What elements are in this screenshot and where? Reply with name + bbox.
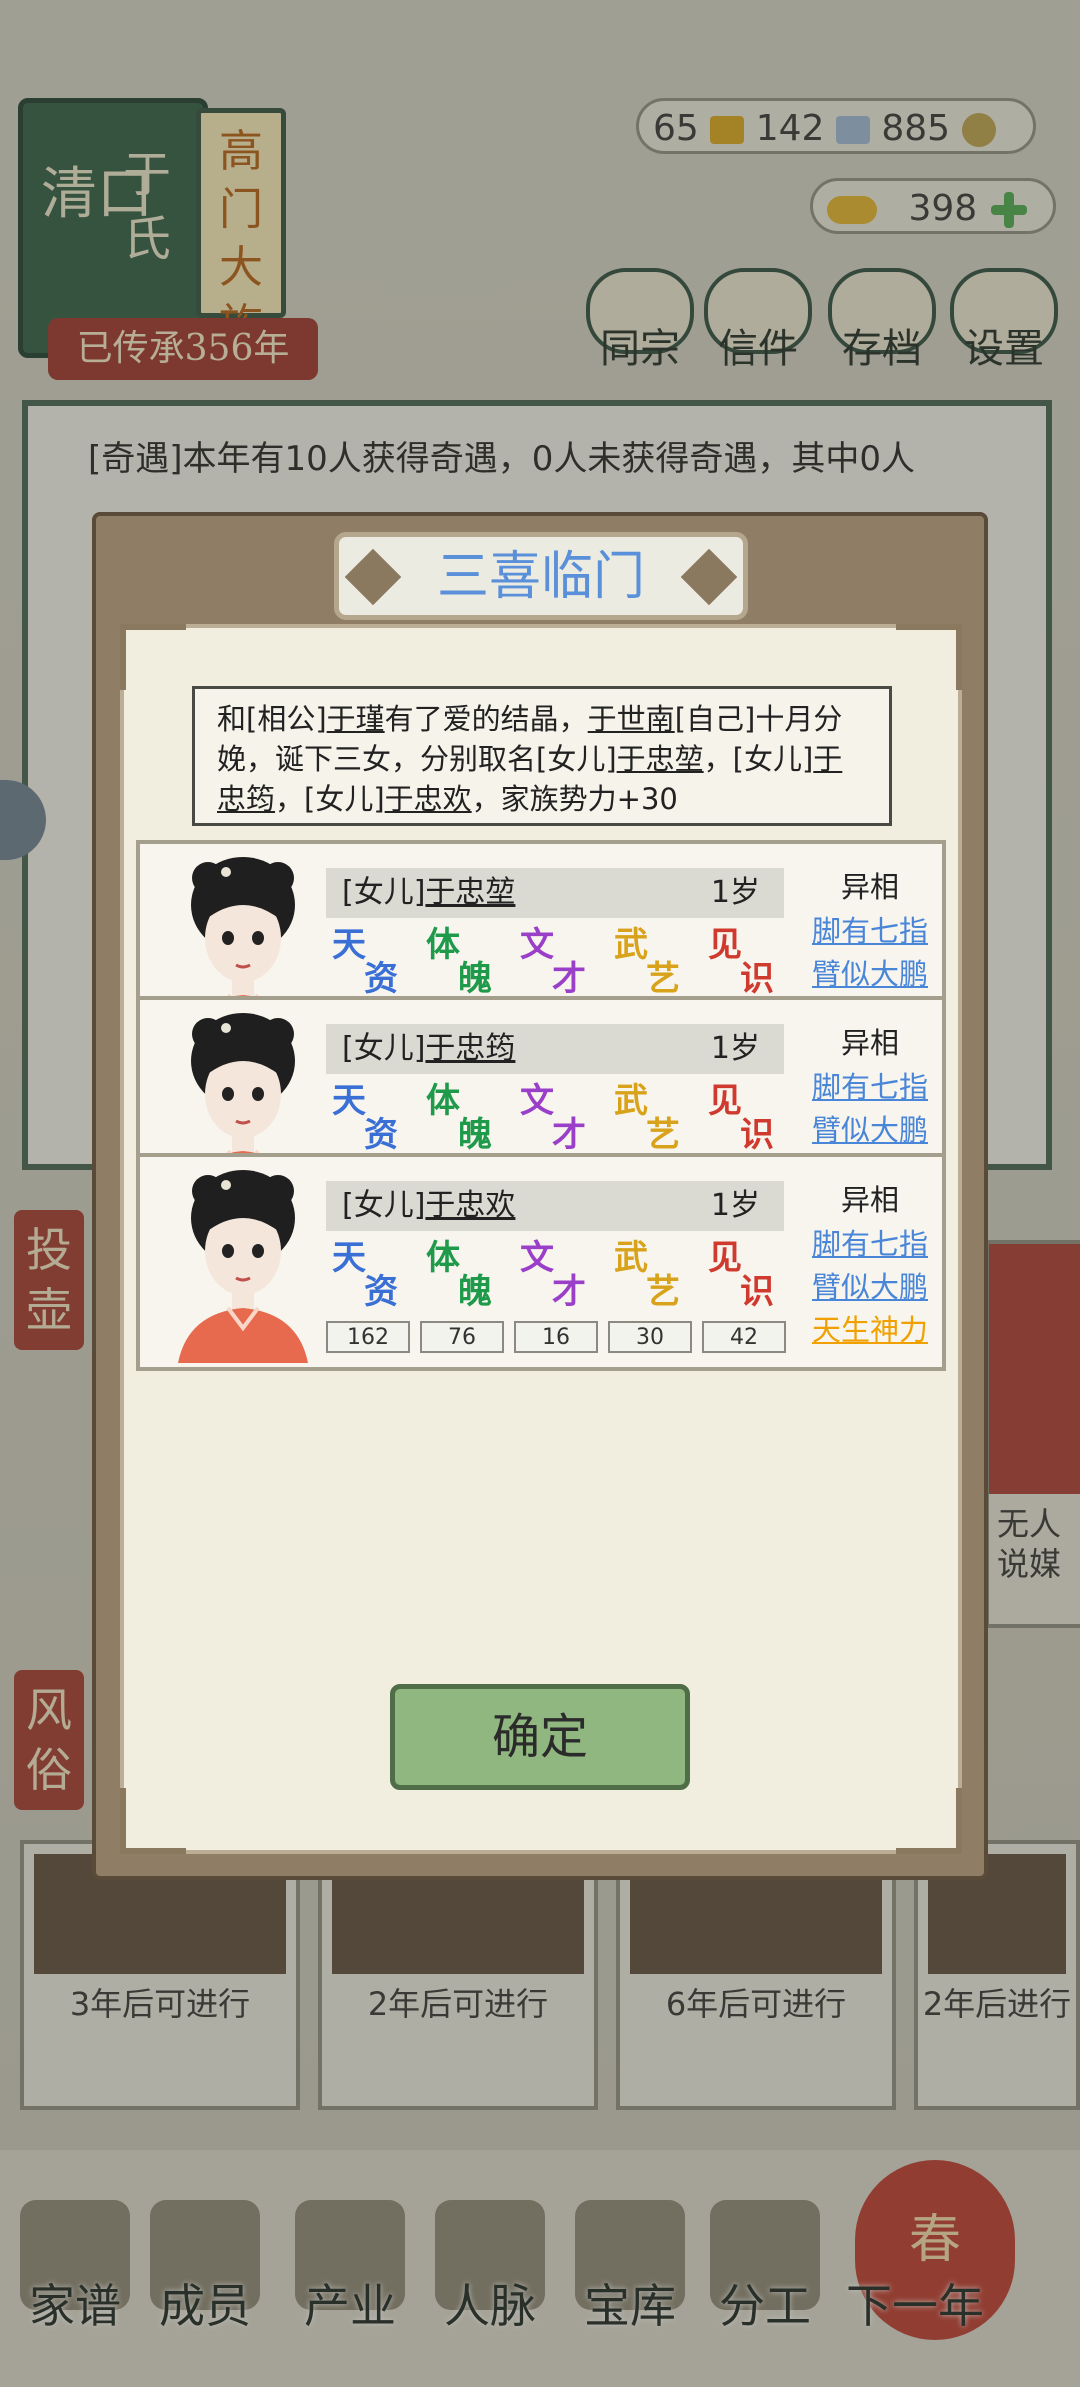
- stat-label: 武艺: [614, 1081, 680, 1155]
- stat-label: 文才: [520, 1081, 586, 1155]
- stat-value: 42: [702, 1321, 786, 1353]
- trait-link[interactable]: 臂似大鹏: [800, 951, 940, 993]
- desc-text: 有了爱的结晶，: [384, 702, 588, 736]
- child-portrait: [178, 1170, 308, 1363]
- stat-label: 见识: [708, 1081, 774, 1155]
- trait-link[interactable]: 天生神力: [800, 1307, 940, 1349]
- confirm-button[interactable]: 确定: [390, 1684, 690, 1790]
- stat-label: 见识: [708, 1238, 774, 1312]
- trait-header: 异相: [840, 870, 899, 904]
- trait-header: 异相: [840, 1026, 899, 1060]
- stat-label: 天资: [332, 1081, 398, 1155]
- child-nameplate: [女儿]于忠堃 1岁: [326, 868, 784, 918]
- trait-link[interactable]: 臂似大鹏: [800, 1264, 940, 1306]
- daughter-link[interactable]: 于忠堃: [617, 742, 704, 776]
- stat-label: 体魄: [426, 1081, 492, 1155]
- stat-tipo: 体魄 76: [420, 1241, 504, 1353]
- corner-ornament: [896, 1788, 962, 1854]
- desc-text: 和[相公]: [217, 702, 327, 736]
- trait-link[interactable]: 脚有七指: [800, 908, 940, 950]
- stat-label: 体魄: [426, 1238, 492, 1312]
- child-relation: [女儿]: [342, 1188, 426, 1223]
- child-name-link[interactable]: 于忠筠: [425, 1031, 515, 1066]
- child-age: 1岁: [710, 875, 760, 910]
- corner-ornament: [120, 624, 186, 690]
- stat-wencai: 文才 16: [514, 1241, 598, 1353]
- child-nameplate: [女儿]于忠欢 1岁: [326, 1181, 784, 1231]
- stat-jianshi: 见识 42: [702, 1241, 786, 1353]
- stat-label: 武艺: [614, 1238, 680, 1312]
- desc-text: ，[女儿]: [703, 742, 814, 776]
- stat-value: 30: [608, 1321, 692, 1353]
- desc-text: ，家族势力+30: [471, 782, 678, 816]
- stat-value: 16: [514, 1321, 598, 1353]
- birth-description: 和[相公]于瑾有了爱的结晶，于世南[自己]十月分娩，诞下三女，分别取名[女儿]于…: [192, 686, 892, 826]
- child-relation: [女儿]: [342, 875, 426, 910]
- child-card: [女儿]于忠欢 1岁 天资 162 体魄 76 文才 16 武艺 30 见识 4…: [136, 1153, 946, 1371]
- child-name-link[interactable]: 于忠堃: [425, 875, 515, 910]
- stat-value: 162: [326, 1321, 410, 1353]
- child-relation: [女儿]: [342, 1031, 426, 1066]
- trait-link[interactable]: 臂似大鹏: [800, 1107, 940, 1149]
- child-age: 1岁: [710, 1188, 760, 1223]
- corner-ornament: [120, 1788, 186, 1854]
- dialog-title-plate: 三喜临门: [334, 532, 748, 620]
- trait-link[interactable]: 脚有七指: [800, 1221, 940, 1263]
- stat-label: 文才: [520, 1238, 586, 1312]
- child-age: 1岁: [710, 1031, 760, 1066]
- trait-link[interactable]: 脚有七指: [800, 1064, 940, 1106]
- stat-label: 天资: [332, 1238, 398, 1312]
- daughter-link[interactable]: 于忠欢: [385, 782, 472, 816]
- desc-text: ，[女儿]: [275, 782, 385, 816]
- dialog-title: 三喜临门: [436, 547, 645, 607]
- stat-wuyi: 武艺 30: [608, 1241, 692, 1353]
- child-name-link[interactable]: 于忠欢: [425, 1188, 515, 1223]
- triple-birth-dialog: 三喜临门 和[相公]于瑾有了爱的结晶，于世南[自己]十月分娩，诞下三女，分别取名…: [92, 512, 988, 1880]
- child-nameplate: [女儿]于忠筠 1岁: [326, 1024, 784, 1074]
- self-link[interactable]: 于世南: [588, 702, 675, 736]
- stat-value: 76: [420, 1321, 504, 1353]
- husband-link[interactable]: 于瑾: [327, 702, 385, 736]
- trait-header: 异相: [840, 1183, 899, 1217]
- stat-tianzi: 天资 162: [326, 1241, 410, 1353]
- corner-ornament: [896, 624, 962, 690]
